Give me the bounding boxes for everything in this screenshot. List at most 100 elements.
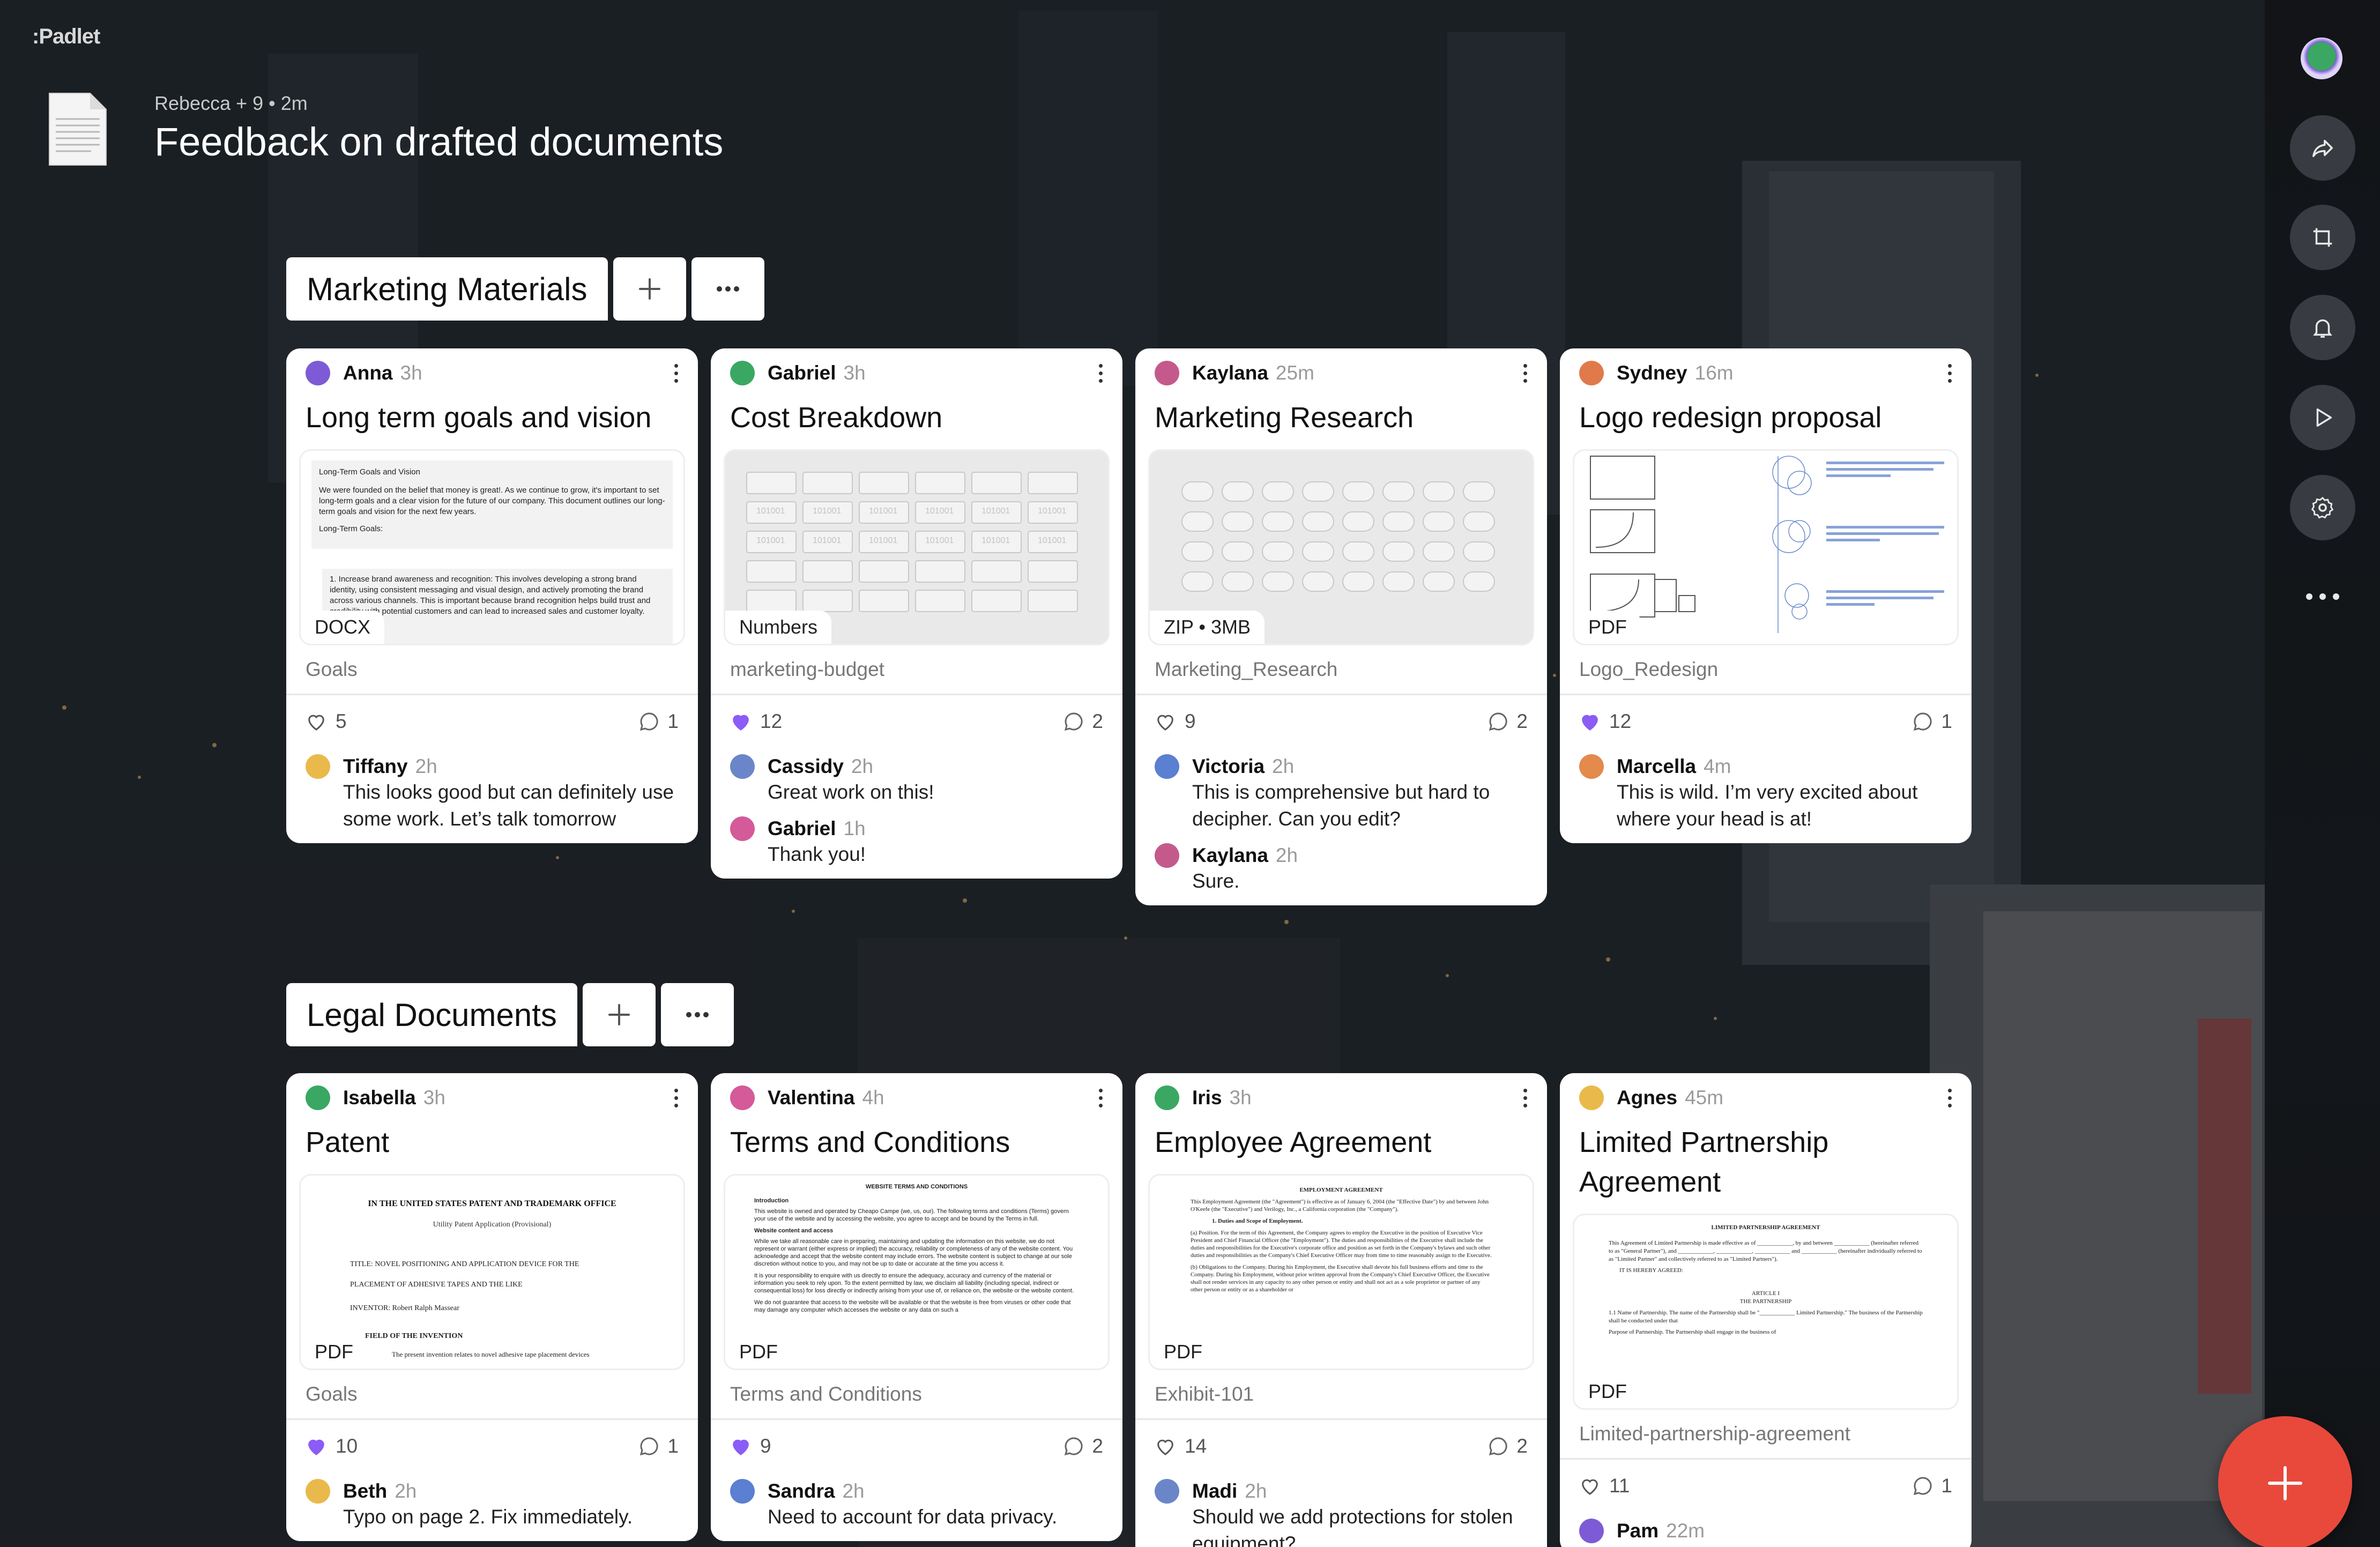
preview-sub1: Introduction [754,1198,789,1204]
heart-icon[interactable] [306,1436,327,1457]
post-time: 16m [1694,362,1734,384]
add-post-fab[interactable] [2218,1416,2352,1547]
post-author: Kaylana [1192,362,1268,384]
comment: Sandra 2h Need to account for data privac… [711,1472,1122,1541]
comment-icon [640,712,659,731]
attachment-preview[interactable]: 101001 101001 101001 101001 101001 10100… [724,449,1110,645]
comment-count[interactable]: 2 [1488,1435,1528,1457]
post-menu-icon[interactable] [1523,1088,1528,1107]
avatar [1579,1085,1604,1110]
avatar [730,361,755,385]
attachment-preview[interactable]: IN THE UNITED STATES PATENT AND TRADEMAR… [299,1174,685,1370]
remake-button[interactable] [2290,205,2355,270]
comment-count[interactable]: 2 [1488,710,1528,733]
section-more-button[interactable] [660,983,734,1046]
settings-button[interactable] [2290,475,2355,540]
add-post-button[interactable] [613,257,686,321]
heart-icon[interactable] [1155,1436,1176,1457]
comment-count[interactable]: 2 [1063,1435,1103,1457]
comment-count[interactable]: 1 [1912,710,1952,733]
post-title: Cost Breakdown [730,401,943,434]
attachment-preview[interactable]: LIMITED PARTNERSHIP AGREEMENT This Agree… [1573,1214,1959,1410]
post-title: Long term goals and vision [306,401,652,434]
comment-count-value: 1 [667,710,679,732]
preview-p1: This Employment Agreement (the "Agreemen… [1191,1199,1489,1213]
post-menu-icon[interactable] [1523,363,1528,383]
share-button[interactable] [2290,115,2355,181]
comment-count[interactable]: 1 [638,710,679,733]
section-more-button[interactable] [691,257,764,321]
post-time: 25m [1275,362,1314,384]
comment-time: 2h [1245,1480,1267,1502]
slideshow-button[interactable] [2290,385,2355,450]
comment-count[interactable]: 2 [1063,710,1103,733]
post-menu-icon[interactable] [1099,363,1103,383]
avatar [1579,754,1604,779]
post-menu-icon[interactable] [674,1088,679,1107]
preview-heading: IN THE UNITED STATES PATENT AND TRADEMAR… [368,1199,616,1208]
cell-label: 101001 [981,507,1010,516]
notifications-button[interactable] [2290,295,2355,360]
comment-icon [1065,712,1083,731]
comment-text: This looks good but can definitely use s… [343,781,674,830]
comment-count[interactable]: 1 [638,1435,679,1457]
post-card[interactable]: Agnes 45m Limited Partnership Agreement … [1560,1073,1972,1547]
board-title: Feedback on drafted documents [154,120,724,164]
heart-icon[interactable] [1579,1475,1601,1497]
user-avatar[interactable] [2301,38,2342,79]
comment-text: This is comprehensive but hard to deciph… [1192,781,1490,830]
post-card[interactable]: Kaylana 25m Marketing Research ZIP • 3MB… [1135,348,1547,905]
comment: Marcella 4m This is wild. I’m very excite… [1560,748,1972,843]
avatar [306,1479,330,1504]
section-title[interactable]: Legal Documents [286,983,577,1046]
post-menu-icon[interactable] [1948,1088,1952,1107]
attachment-preview[interactable]: WEBSITE TERMS AND CONDITIONS Introductio… [724,1174,1110,1370]
heart-icon[interactable] [730,1436,752,1457]
comment-author: Tiffany [343,755,408,777]
padlet-logo[interactable]: :Padlet [32,25,100,49]
post-menu-icon[interactable] [1099,1088,1103,1107]
post-author: Agnes [1617,1087,1678,1109]
comment-text: Great work on this! [768,781,934,803]
add-post-button[interactable] [582,983,656,1046]
post-menu-icon[interactable] [1948,363,1952,383]
comment-icon [1914,1477,1932,1496]
comment-count[interactable]: 1 [1912,1475,1952,1497]
attachment-preview[interactable]: ZIP • 3MB [1148,449,1534,645]
post-card[interactable]: Iris 3h Employee Agreement EMPLOYMENT AG… [1135,1073,1547,1547]
heart-icon[interactable] [1155,711,1176,732]
post-card[interactable]: Isabella 3h Patent IN THE UNITED STATES … [286,1073,698,1541]
section-title[interactable]: Marketing Materials [286,257,608,321]
comment-time: 2h [851,755,874,777]
cell-label: 101001 [869,507,898,516]
plus-icon [2268,1466,2302,1500]
preview-p2: IT IS HEREBY AGREED: [1619,1267,1683,1274]
post-card[interactable]: Anna 3h Long term goals and vision Long-… [286,348,698,843]
section-header-marketing: Marketing Materials [286,257,764,321]
comment: Madi 2h Should we add protections for sto… [1135,1472,1547,1547]
post-card[interactable]: Sydney 16m Logo redesign proposal PDF Lo… [1560,348,1972,843]
heart-icon[interactable] [306,711,327,732]
comment-author: Kaylana [1192,844,1268,866]
plus-icon [638,278,660,300]
heart-icon[interactable] [730,711,752,732]
post-card[interactable]: Valentina 4h Terms and Conditions WEBSIT… [711,1073,1122,1541]
more-options-button[interactable] [2305,589,2340,605]
preview-sub: Utility Patent Application (Provisional) [433,1221,552,1229]
preview-heading: LIMITED PARTNERSHIP AGREEMENT [1711,1224,1820,1231]
avatar [1579,361,1604,385]
attachment-preview[interactable]: Long-Term Goals and Vision We were found… [299,449,685,645]
comment-count-value: 2 [1516,710,1528,732]
comment-author: Beth [343,1480,388,1502]
heart-icon[interactable] [1579,711,1601,732]
post-menu-icon[interactable] [674,363,679,383]
attachment-preview[interactable]: PDF [1573,449,1959,645]
preview-inventor: INVENTOR: Robert Ralph Massear [350,1304,459,1312]
comment-count-value: 2 [1516,1435,1528,1457]
post-card[interactable]: Gabriel 3h Cost Breakdown 101001 101001 … [711,348,1122,879]
attachment-preview[interactable]: EMPLOYMENT AGREEMENT This Employment Agr… [1148,1174,1534,1370]
post-time: 45m [1685,1087,1724,1109]
preview-p1: This website is owned and operated by Ch… [754,1208,1069,1222]
post-author: Gabriel [768,362,836,384]
preview-s1: 1. Duties and Scope of Employment. [1212,1218,1303,1224]
